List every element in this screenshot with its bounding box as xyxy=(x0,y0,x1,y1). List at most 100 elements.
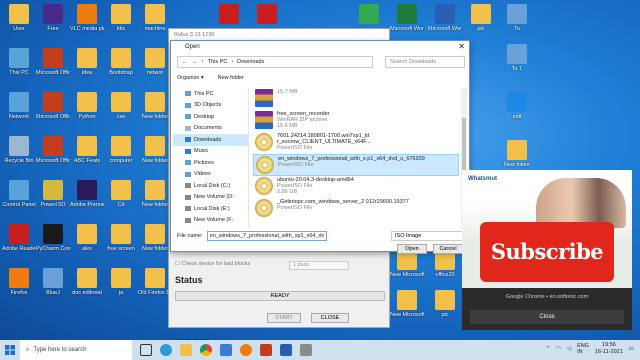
tree-item[interactable]: Desktop xyxy=(173,111,248,123)
forward-icon[interactable]: → xyxy=(192,59,198,65)
breadcrumb-downloads[interactable]: Downloads xyxy=(237,59,264,65)
desktop-icon[interactable]: Microsoft Office xyxy=(36,136,70,164)
desktop-icon[interactable]: To xyxy=(500,4,534,32)
chevron-up-icon[interactable]: ⌃ xyxy=(545,346,550,352)
desktop-icon[interactable]: PowerISO xyxy=(36,180,70,208)
network-icon[interactable]: ◠ xyxy=(556,346,561,352)
desktop-icon[interactable]: pic xyxy=(428,290,462,318)
open-button[interactable]: Open xyxy=(397,244,427,254)
desktop-icon[interactable]: Microsoft Office xyxy=(36,92,70,120)
volume-icon[interactable]: ◁ xyxy=(567,346,571,352)
close-icon[interactable]: ✕ xyxy=(458,42,465,51)
desktop-icon[interactable]: User xyxy=(2,4,36,32)
desktop-icon[interactable]: Firefox xyxy=(2,268,36,296)
close-button[interactable]: CLOSE xyxy=(311,313,349,323)
file-item[interactable]: _Getintopc.com_windows_server_2 012r2960… xyxy=(253,198,459,220)
passes-select[interactable]: 1 pass xyxy=(289,261,349,270)
start-icon[interactable] xyxy=(0,340,20,360)
new-folder-button[interactable]: New folder xyxy=(218,75,244,81)
desktop-icon[interactable]: New folder xyxy=(138,136,172,164)
file-item[interactable]: 7601.24214.180801-1700.win7sp1_ld r_escr… xyxy=(253,132,459,154)
tree-item[interactable]: Downloads xyxy=(173,134,248,146)
desktop-icon[interactable]: New folder xyxy=(138,92,172,120)
language-indicator[interactable]: ENG IN xyxy=(577,343,589,355)
desktop-icon[interactable]: free screen xyxy=(104,224,138,252)
file-item[interactable]: en_windows_7_professional_with_s p1_x64_… xyxy=(253,154,459,176)
desktop-icon[interactable]: VLC media player xyxy=(70,4,104,32)
cancel-button[interactable]: Cancel xyxy=(433,244,463,254)
desktop-icon[interactable]: Recycle Bin xyxy=(2,136,36,164)
desktop-icon[interactable]: pic xyxy=(464,4,498,32)
desktop-icon[interactable]: To 1 xyxy=(500,44,534,72)
desktop-icon[interactable]: ja xyxy=(104,268,138,296)
clock[interactable]: 19:56 16-11-2021 xyxy=(595,342,623,356)
desktop-icon[interactable]: Network xyxy=(2,92,36,120)
address-bar[interactable]: ← → ↑ This PC › Downloads xyxy=(177,56,373,68)
desktop-icon[interactable]: Cd xyxy=(104,180,138,208)
desktop-icon[interactable]: cse xyxy=(104,92,138,120)
file-type-select[interactable]: ISO Image xyxy=(391,231,463,241)
desktop-icon[interactable]: New folder xyxy=(138,180,172,208)
desktop-icon[interactable]: ABC Feats xyxy=(70,136,104,164)
desktop-icon[interactable]: New Microsoft xyxy=(390,290,424,318)
subscribe-badge[interactable]: Subscribe xyxy=(480,222,614,282)
desktop-icon[interactable]: edit xyxy=(500,92,534,120)
tree-item[interactable]: Pictures xyxy=(173,157,248,169)
tree-item[interactable]: Videos xyxy=(173,169,248,181)
word-icon[interactable] xyxy=(280,344,292,356)
desktop-icon[interactable]: Microsoft Word xyxy=(428,4,462,32)
tree-item[interactable]: Local Disk (E:) xyxy=(173,203,248,215)
desktop-icon[interactable]: New Microsoft xyxy=(390,250,424,278)
desktop-icon[interactable]: office20 xyxy=(428,250,462,278)
tree-item[interactable]: New Volume (F: xyxy=(173,215,248,227)
chrome-icon[interactable] xyxy=(200,344,212,356)
desktop-icon[interactable]: Old Firefox Data xyxy=(138,268,172,296)
desktop-icon[interactable]: machine xyxy=(138,4,172,32)
desktop-icon[interactable]: Microsoft Word Ex xyxy=(390,4,424,32)
file-name-input[interactable]: en_windows_7_professional_with_sp1_x64_d… xyxy=(206,231,327,241)
tree-item[interactable]: 3D Objects xyxy=(173,100,248,112)
file-explorer-icon[interactable] xyxy=(180,344,192,356)
desktop-icon[interactable]: New folder xyxy=(500,140,534,168)
task-view-icon[interactable] xyxy=(140,344,152,356)
desktop-icon[interactable] xyxy=(212,4,246,26)
file-item[interactable]: free_screen_recorder WinRAR ZIP archive 15… xyxy=(253,110,459,132)
search-input[interactable]: Search Downloads xyxy=(385,56,465,68)
firefox-icon[interactable] xyxy=(240,344,252,356)
desktop-icon[interactable]: Microsoft Office xyxy=(36,48,70,76)
desktop-icon[interactable]: Adobe Reader XI xyxy=(2,224,36,252)
desktop-icon[interactable]: Free xyxy=(36,4,70,32)
desktop-icon[interactable]: Adobe Premiere xyxy=(70,180,104,208)
desktop-icon[interactable]: BlueJ xyxy=(36,268,70,296)
desktop-icon[interactable]: Python xyxy=(70,92,104,120)
desktop-icon[interactable]: This PC xyxy=(2,48,36,76)
tree-item[interactable]: Music xyxy=(173,146,248,158)
file-item[interactable]: 15.7 MB xyxy=(253,88,459,110)
tree-item[interactable]: Documents xyxy=(173,123,248,135)
back-icon[interactable]: ← xyxy=(182,59,188,65)
tree-item[interactable]: Local Disk (C:) xyxy=(173,180,248,192)
bad-blocks-checkbox[interactable]: ☐ Check device for bad blocks xyxy=(175,261,250,267)
desktop-icon[interactable]: PyCharm Community xyxy=(36,224,70,252)
edge-icon[interactable] xyxy=(160,344,172,356)
rufus-icon[interactable] xyxy=(300,344,312,356)
desktop-icon[interactable]: Control Panel xyxy=(2,180,36,208)
desktop-icon[interactable] xyxy=(352,4,386,26)
store-icon[interactable] xyxy=(220,344,232,356)
desktop-icon[interactable]: alex xyxy=(70,224,104,252)
desktop-icon[interactable]: Idea xyxy=(70,48,104,76)
desktop-icon[interactable]: Bootstrap xyxy=(104,48,138,76)
breadcrumb-this-pc[interactable]: This PC xyxy=(208,59,228,65)
desktop-icon[interactable]: computer xyxy=(104,136,138,164)
notification-close-button[interactable]: Close xyxy=(470,310,624,324)
file-item[interactable]: ubuntu-20.04.3-desktop-amd64 PowerISO Fil… xyxy=(253,176,459,198)
scrollbar-thumb[interactable] xyxy=(462,118,466,178)
organize-button[interactable]: Organize ▾ xyxy=(177,75,204,81)
ad-image[interactable]: Whatsmut Subscribe xyxy=(462,170,632,288)
notifications-icon[interactable]: ▭ xyxy=(629,346,634,352)
powerpoint-icon[interactable] xyxy=(260,344,272,356)
desktop-icon[interactable]: doc editorial xyxy=(70,268,104,296)
desktop-icon[interactable]: New folder xyxy=(138,224,172,252)
desktop-icon[interactable]: bbc xyxy=(104,4,138,32)
desktop-icon[interactable] xyxy=(250,4,284,26)
